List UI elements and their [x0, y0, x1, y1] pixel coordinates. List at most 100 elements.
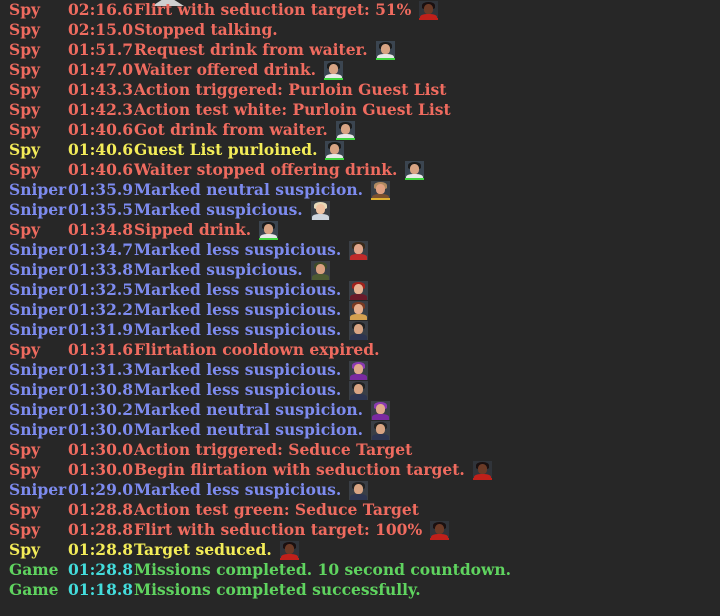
log-actor: Spy: [9, 160, 41, 179]
log-message: Request drink from waiter.: [134, 40, 395, 61]
log-message: Action triggered: Seduce Target: [134, 440, 412, 460]
log-entry: Spy 02:16.6 Flirt with seduction target: 5…: [0, 0, 720, 20]
log-timestamp: 01:34.8: [68, 220, 134, 239]
log-message-text: Action test white: Purloin Guest List: [134, 100, 451, 119]
log-entry: Spy 01:28.8 Flirt with seduction target: 1…: [0, 520, 720, 540]
log-message-text: Action test green: Seduce Target: [134, 500, 419, 519]
log-message-text: Begin flirtation with seduction target.: [134, 460, 465, 479]
log-timestamp: 02:16.6: [68, 0, 134, 19]
seduction-target-portrait-icon: [419, 0, 439, 20]
log-timestamp: 01:32.5: [68, 280, 134, 299]
log-actor: Sniper: [9, 380, 67, 399]
log-message: Marked neutral suspicion.: [134, 180, 391, 201]
log-message-text: Marked less suspicious.: [134, 300, 342, 319]
log-message-text: Flirt with seduction target: 100%: [134, 520, 423, 539]
suit-guest-portrait-icon: [349, 480, 369, 500]
log-message-text: Marked suspicious.: [134, 200, 303, 219]
log-message: Marked suspicious.: [134, 200, 330, 221]
log-actor: Sniper: [9, 240, 67, 259]
log-entry: Sniper 01:33.8 Marked suspicious.: [0, 260, 720, 280]
log-message: Flirt with seduction target: 51%: [134, 0, 439, 21]
log-actor: Spy: [9, 140, 41, 159]
log-entry: Game 01:28.8 Missions completed. 10 second…: [0, 560, 720, 580]
log-message: Marked neutral suspicion.: [134, 420, 391, 441]
log-message-text: Marked neutral suspicion.: [134, 420, 364, 439]
log-message: Marked suspicious.: [134, 260, 330, 281]
log-message: Marked neutral suspicion.: [134, 400, 391, 421]
log-message: Action test white: Purloin Guest List: [134, 100, 451, 120]
log-message: Action test green: Seduce Target: [134, 500, 419, 520]
log-entry: Sniper 01:32.5 Marked less suspicious.: [0, 280, 720, 300]
log-entry: Sniper 01:34.7 Marked less suspicious.: [0, 240, 720, 260]
log-message: Waiter stopped offering drink.: [134, 160, 425, 181]
waiter-portrait-icon: [324, 60, 344, 80]
log-actor: Sniper: [9, 200, 67, 219]
log-actor: Spy: [9, 80, 41, 99]
log-message-text: Marked neutral suspicion.: [134, 180, 364, 199]
log-timestamp: 01:35.5: [68, 200, 134, 219]
log-actor: Spy: [9, 540, 41, 559]
log-timestamp: 01:30.8: [68, 380, 134, 399]
log-timestamp: 01:29.0: [68, 480, 134, 499]
log-timestamp: 01:18.8: [68, 580, 134, 599]
log-timestamp: 01:40.6: [68, 140, 134, 159]
game-event-log: Spy 02:16.6 Flirt with seduction target: 5…: [0, 0, 720, 600]
log-message: Missions completed. 10 second countdown.: [134, 560, 511, 580]
log-message-text: Flirt with seduction target: 51%: [134, 0, 412, 19]
log-entry: Spy 01:47.0 Waiter offered drink.: [0, 60, 720, 80]
log-timestamp: 01:30.0: [68, 440, 134, 459]
log-actor: Spy: [9, 40, 41, 59]
log-message: Flirtation cooldown expired.: [134, 340, 379, 360]
log-message-text: Target seduced.: [134, 540, 272, 559]
log-message-text: Stopped talking.: [134, 20, 278, 39]
log-timestamp: 01:35.9: [68, 180, 134, 199]
log-timestamp: 01:31.6: [68, 340, 134, 359]
log-message: Action triggered: Purloin Guest List: [134, 80, 446, 100]
log-timestamp: 01:30.0: [68, 460, 134, 479]
log-entry: Spy 01:51.7 Request drink from waiter.: [0, 40, 720, 60]
log-actor: Spy: [9, 120, 41, 139]
suit-guest-portrait-icon: [349, 380, 369, 400]
seduction-target-portrait-icon: [430, 520, 450, 540]
log-message: Missions completed successfully.: [134, 580, 421, 600]
log-message-text: Sipped drink.: [134, 220, 252, 239]
log-timestamp: 01:28.8: [68, 520, 134, 539]
log-timestamp: 02:15.0: [68, 20, 134, 39]
log-message-text: Request drink from waiter.: [134, 40, 368, 59]
log-entry: Spy 01:30.0 Action triggered: Seduce Targe…: [0, 440, 720, 460]
log-entry: Spy 01:30.0 Begin flirtation with seductio…: [0, 460, 720, 480]
blonde-guest-portrait-icon: [310, 200, 330, 220]
log-timestamp: 01:28.8: [68, 540, 134, 559]
log-entry: Spy 01:34.8 Sipped drink.: [0, 220, 720, 240]
log-entry: Spy 01:40.6 Waiter stopped offering drink.: [0, 160, 720, 180]
log-message-text: Waiter stopped offering drink.: [134, 160, 398, 179]
log-message-text: Action triggered: Purloin Guest List: [134, 80, 447, 99]
log-message-text: Marked less suspicious.: [134, 240, 342, 259]
log-actor: Sniper: [9, 420, 67, 439]
military-guest-portrait-icon: [310, 260, 330, 280]
log-message-text: Missions completed. 10 second countdown.: [134, 560, 512, 579]
log-message-text: Marked less suspicious.: [134, 320, 342, 339]
log-actor: Spy: [9, 340, 41, 359]
log-timestamp: 01:28.8: [68, 560, 134, 579]
log-message: Marked less suspicious.: [134, 280, 369, 301]
log-actor: Spy: [9, 220, 41, 239]
log-actor: Sniper: [9, 300, 67, 319]
log-message: Guest List purloined.: [134, 140, 345, 161]
log-message-text: Got drink from waiter.: [134, 120, 328, 139]
log-entry: Spy 01:28.8 Target seduced.: [0, 540, 720, 560]
purple-hat-guest-portrait-icon: [371, 400, 391, 420]
log-message: Marked less suspicious.: [134, 320, 369, 341]
waiter-portrait-icon: [325, 140, 345, 160]
log-actor: Sniper: [9, 360, 67, 379]
log-timestamp: 01:40.6: [68, 120, 134, 139]
log-timestamp: 01:47.0: [68, 60, 134, 79]
log-entry: Spy 01:40.6 Guest List purloined.: [0, 140, 720, 160]
log-actor: Sniper: [9, 400, 67, 419]
log-entry: Sniper 01:29.0 Marked less suspicious.: [0, 480, 720, 500]
log-message: Marked less suspicious.: [134, 300, 369, 321]
log-message-text: Waiter offered drink.: [134, 60, 317, 79]
log-actor: Spy: [9, 60, 41, 79]
seduction-target-portrait-icon: [279, 540, 299, 560]
log-actor: Spy: [9, 440, 41, 459]
